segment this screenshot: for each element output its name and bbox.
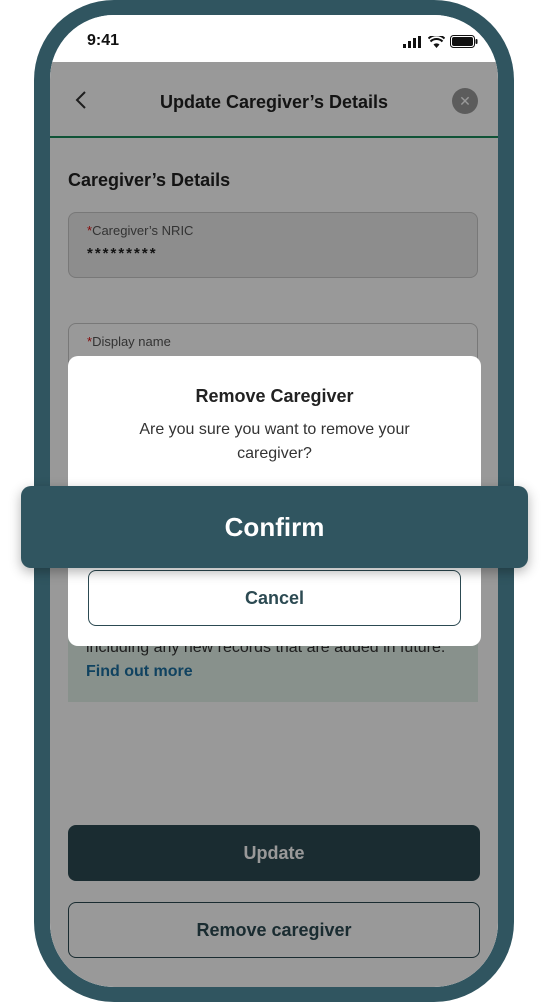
battery-icon <box>450 35 478 48</box>
status-icons <box>403 35 478 48</box>
cancel-button[interactable]: Cancel <box>88 570 461 626</box>
dialog-message: Are you sure you want to remove your car… <box>139 421 410 462</box>
status-time: 9:41 <box>87 32 120 49</box>
wifi-icon <box>428 35 445 48</box>
signal-icon <box>403 35 421 48</box>
dialog-title: Remove Caregiver <box>195 386 354 406</box>
confirm-button[interactable]: Confirm <box>21 486 528 568</box>
status-bar: 9:41 <box>50 15 498 62</box>
